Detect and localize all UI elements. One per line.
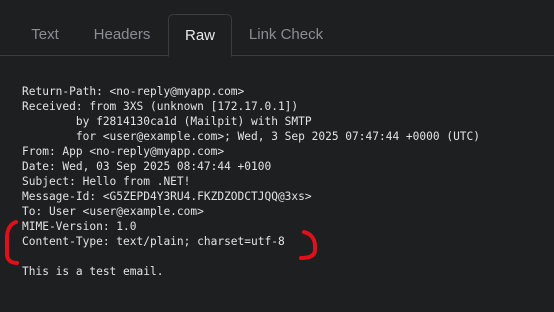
raw-line: for <user@example.com>; Wed, 3 Sep 2025 … (22, 130, 481, 143)
raw-line: Date: Wed, 03 Sep 2025 08:47:44 +0100 (22, 160, 272, 173)
tab-text[interactable]: Text (14, 14, 76, 56)
raw-line: To: User <user@example.com> (22, 205, 204, 218)
raw-line-mime-version: MIME-Version: 1.0 (22, 220, 137, 233)
raw-line: Subject: Hello from .NET! (22, 175, 191, 188)
tab-raw[interactable]: Raw (168, 14, 232, 57)
raw-line: Return-Path: <no-reply@myapp.com> (22, 85, 245, 98)
tab-link-check[interactable]: Link Check (234, 14, 338, 56)
raw-line-content-type: Content-Type: text/plain; charset=utf-8 (22, 235, 285, 248)
tab-headers[interactable]: Headers (78, 14, 166, 56)
raw-line-blank (22, 249, 480, 264)
raw-line: by f2814130ca1d (Mailpit) with SMTP (22, 115, 312, 128)
raw-message-view: Text Headers Raw Link Check Return-Path:… (0, 0, 554, 312)
left-bracket-mark (5, 220, 19, 265)
raw-source: Return-Path: <no-reply@myapp.com> Receive… (22, 84, 480, 279)
raw-line: Received: from 3XS (unknown [172.17.0.1]… (22, 100, 299, 113)
message-tabs: Text Headers Raw Link Check (0, 0, 554, 57)
raw-line-body: This is a test email. (22, 265, 164, 278)
raw-line: Message-Id: <G5ZEPD4Y3RU4.FKZDZODCTJQQ@3… (22, 190, 312, 203)
raw-line: From: App <no-reply@myapp.com> (22, 145, 225, 158)
